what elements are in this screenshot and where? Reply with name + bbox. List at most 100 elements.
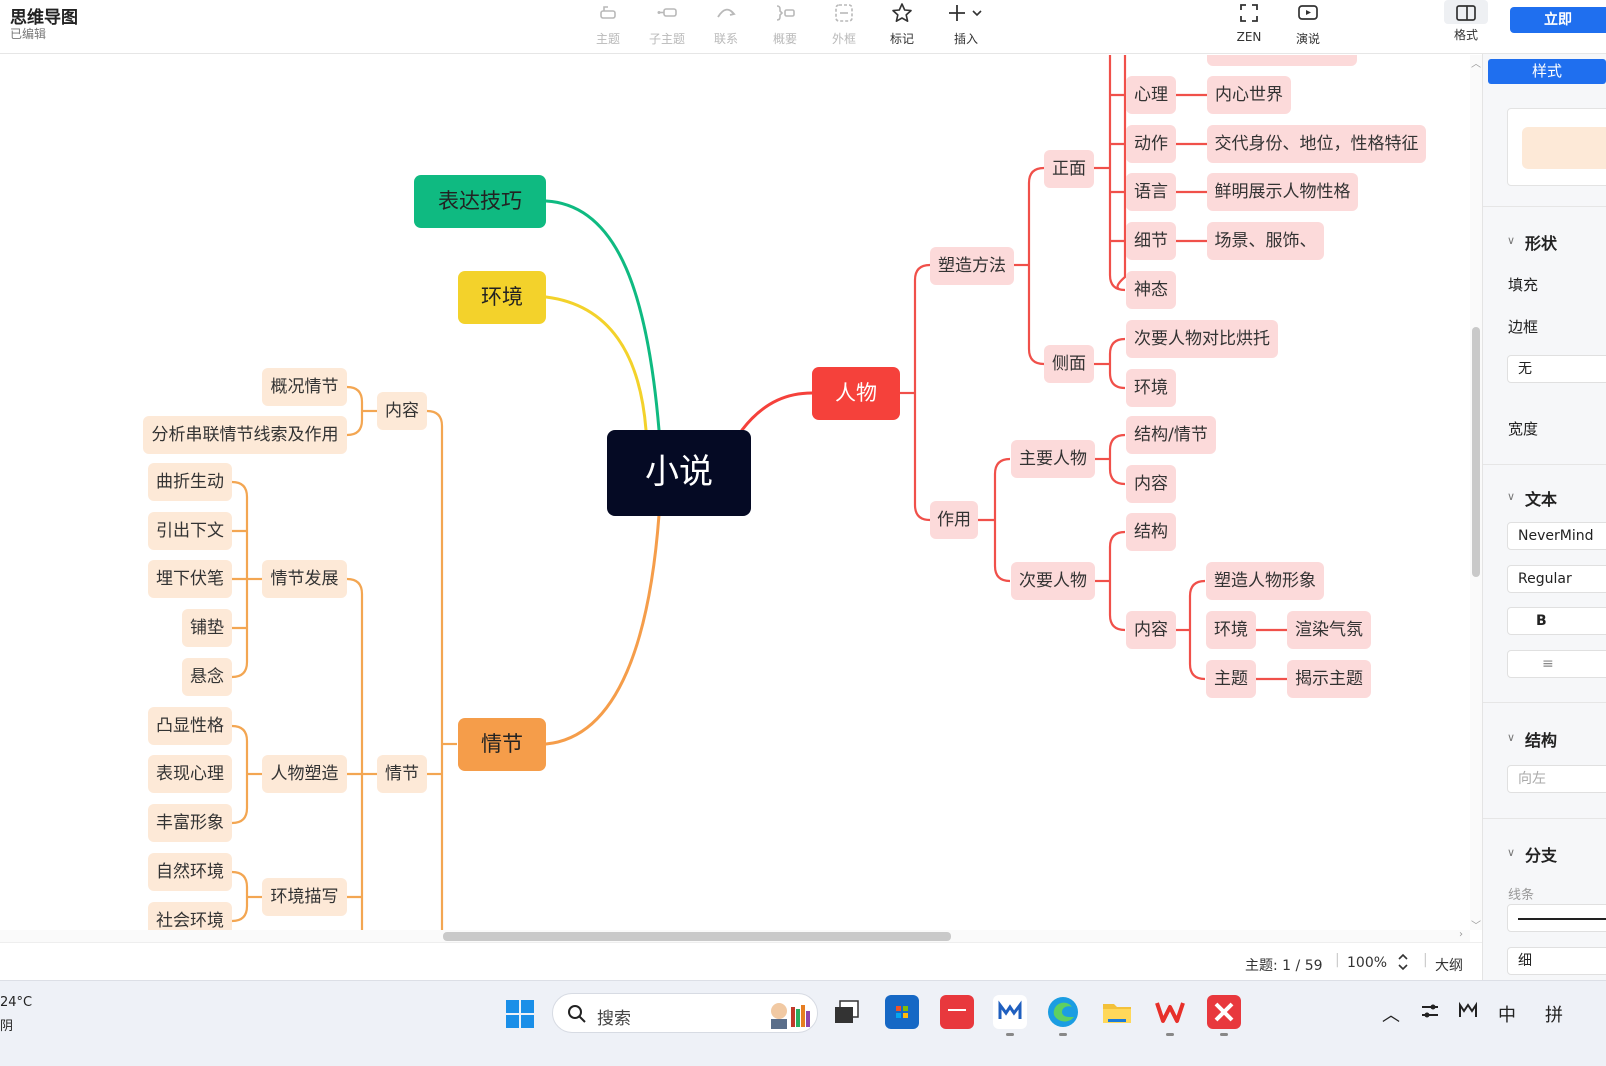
section-branch-title[interactable]: 分支 — [1525, 842, 1557, 866]
subtopic-groundwork[interactable]: 铺垫 — [182, 609, 232, 647]
mindmap-app-icon[interactable] — [993, 995, 1027, 1029]
section-shape-title[interactable]: 形状 — [1525, 230, 1557, 254]
tab-style[interactable]: 样式 — [1488, 59, 1606, 84]
subtopic-character-shaping[interactable]: 人物塑造 — [262, 755, 347, 793]
zen-button[interactable]: ZEN — [1219, 0, 1279, 48]
subtopic-side-environment[interactable]: 环境 — [1126, 369, 1176, 407]
subtopic-minor-env[interactable]: 环境 — [1206, 611, 1256, 649]
align-button[interactable]: ≡ — [1507, 650, 1606, 678]
outline-button[interactable]: 大纲 — [1435, 955, 1463, 975]
subtopic-front[interactable]: 正面 — [1044, 150, 1094, 188]
bold-button[interactable]: B — [1507, 607, 1606, 635]
subtopic-detail[interactable]: 细节 — [1126, 222, 1176, 260]
subtopic-social-environment[interactable]: 社会环境 — [148, 902, 232, 930]
subtopic-expression[interactable]: 神态 — [1126, 271, 1176, 309]
subtopic-environment-description[interactable]: 环境描写 — [262, 878, 347, 916]
line-style-select[interactable] — [1507, 904, 1606, 932]
vertical-scroll-thumb[interactable] — [1472, 327, 1480, 577]
font-weight-select[interactable]: Regular — [1507, 565, 1606, 593]
cta-button[interactable]: 立即 — [1510, 7, 1606, 33]
marker-button[interactable]: 标记 — [872, 0, 932, 48]
format-panel-toggle[interactable] — [1444, 0, 1488, 24]
subtopic-action[interactable]: 动作 — [1126, 125, 1176, 163]
tray-mindmap-icon[interactable] — [1458, 1001, 1478, 1026]
collapse-shape-icon[interactable]: ∨ — [1507, 234, 1515, 247]
collapse-structure-icon[interactable]: ∨ — [1507, 731, 1515, 744]
mindmap-canvas[interactable]: 小说 表达技巧 环境 情节 人物 塑造方法 正面 心理 内心世界 动作 交代身份… — [0, 55, 1470, 930]
detail-language[interactable]: 鲜明展示人物性格 — [1207, 173, 1358, 211]
scroll-right-icon[interactable]: › — [1455, 929, 1467, 940]
subtopic-minor-contrast[interactable]: 次要人物对比烘托 — [1126, 320, 1278, 358]
scroll-down-icon[interactable]: ﹀ — [1470, 917, 1482, 932]
topic-expression-techniques[interactable]: 表达技巧 — [414, 175, 546, 228]
subtopic-shape-image[interactable]: 塑造人物形象 — [1206, 562, 1324, 600]
subtopic-clipped[interactable] — [1207, 55, 1357, 66]
subtopic-shaping-methods[interactable]: 塑造方法 — [930, 247, 1014, 285]
topic-plot[interactable]: 情节 — [458, 718, 546, 771]
wps-office-icon[interactable] — [1153, 995, 1187, 1029]
presentation-button[interactable]: 演说 — [1278, 0, 1338, 48]
root-topic[interactable]: 小说 — [607, 430, 751, 516]
horizontal-scrollbar[interactable]: › — [0, 929, 1470, 942]
edge-browser-icon[interactable] — [1046, 995, 1080, 1029]
line-thickness-select[interactable]: 细 — [1507, 947, 1606, 975]
subtopic-natural-environment[interactable]: 自然环境 — [148, 853, 232, 891]
subtopic-psychology[interactable]: 心理 — [1126, 76, 1176, 114]
subtopic-suspense[interactable]: 悬念 — [182, 658, 232, 696]
detail-action[interactable]: 交代身份、地位，性格特征 — [1207, 125, 1426, 163]
insert-button[interactable]: 插入 — [936, 0, 996, 48]
subtopic-structure-plot[interactable]: 结构/情节 — [1126, 416, 1216, 454]
structure-select[interactable]: 向左 — [1507, 765, 1606, 793]
ime-pinyin-indicator[interactable]: 拼 — [1545, 1001, 1563, 1027]
file-explorer-icon[interactable] — [1100, 995, 1134, 1029]
horizontal-scroll-thumb[interactable] — [443, 932, 951, 941]
subtopic-button[interactable]: 子主题 — [637, 0, 697, 48]
subtopic-minor-structure[interactable]: 结构 — [1126, 513, 1176, 551]
tray-expand-icon[interactable]: ︿ — [1382, 1001, 1400, 1027]
section-structure-title[interactable]: 结构 — [1525, 727, 1557, 751]
subtopic-minor-content[interactable]: 内容 — [1126, 611, 1176, 649]
boundary-button[interactable]: 外框 — [814, 0, 874, 48]
subtopic-main-content[interactable]: 内容 — [1126, 465, 1176, 503]
taskbar-search[interactable]: 搜索 — [552, 993, 818, 1033]
subtopic-side[interactable]: 侧面 — [1044, 345, 1094, 383]
scroll-up-icon[interactable]: ︿ — [1470, 55, 1482, 70]
subtopic-summarize-plot[interactable]: 概况情节 — [262, 368, 347, 406]
subtopic-plot-development[interactable]: 情节发展 — [262, 560, 347, 598]
subtopic-foreshadow[interactable]: 埋下伏笔 — [148, 560, 232, 598]
subtopic-language[interactable]: 语言 — [1126, 173, 1176, 211]
xmind-app-icon[interactable] — [1207, 995, 1241, 1029]
store-app-icon[interactable] — [885, 995, 919, 1029]
zoom-level[interactable]: 100% — [1347, 955, 1387, 971]
zoom-stepper-icon[interactable] — [1396, 951, 1410, 977]
subtopic-show-psychology[interactable]: 表现心理 — [148, 755, 232, 793]
relationship-button[interactable]: 联系 — [696, 0, 756, 48]
subtopic-theme[interactable]: 主题 — [1206, 660, 1256, 698]
subtopic-function[interactable]: 作用 — [930, 501, 978, 539]
topic-environment[interactable]: 环境 — [458, 271, 546, 324]
collapse-text-icon[interactable]: ∨ — [1507, 490, 1515, 503]
detail-reveal-theme[interactable]: 揭示主题 — [1287, 660, 1371, 698]
subtopic-lead-next[interactable]: 引出下文 — [148, 512, 232, 550]
subtopic-main-character[interactable]: 主要人物 — [1011, 440, 1095, 478]
topic-character[interactable]: 人物 — [812, 367, 900, 420]
vertical-scrollbar[interactable]: ︿ ﹀ — [1470, 55, 1482, 932]
subtopic-enrich-image[interactable]: 丰富形象 — [148, 804, 232, 842]
subtopic-content[interactable]: 内容 — [377, 392, 427, 430]
detail-psychology[interactable]: 内心世界 — [1207, 76, 1291, 114]
subtopic-twists[interactable]: 曲折生动 — [148, 463, 232, 501]
border-select[interactable]: 无 — [1507, 355, 1606, 383]
style-preview-card[interactable] — [1507, 108, 1606, 186]
section-text-title[interactable]: 文本 — [1525, 486, 1557, 510]
detail-atmosphere[interactable]: 渲染气氛 — [1287, 611, 1371, 649]
subtopic-minor-character[interactable]: 次要人物 — [1011, 562, 1095, 600]
topic-button[interactable]: 主题 — [578, 0, 638, 48]
font-family-select[interactable]: NeverMind — [1507, 522, 1606, 550]
collapse-branch-icon[interactable]: ∨ — [1507, 846, 1515, 859]
summary-button[interactable]: 概要 — [755, 0, 815, 48]
tray-settings-icon[interactable] — [1420, 1001, 1440, 1026]
subtopic-highlight-personality[interactable]: 凸显性格 — [148, 707, 232, 745]
subtopic-plot-sub[interactable]: 情节 — [377, 755, 427, 793]
ime-chinese-indicator[interactable]: 中 — [1498, 1001, 1516, 1027]
subtopic-analyze-clues[interactable]: 分析串联情节线索及作用 — [143, 416, 347, 454]
